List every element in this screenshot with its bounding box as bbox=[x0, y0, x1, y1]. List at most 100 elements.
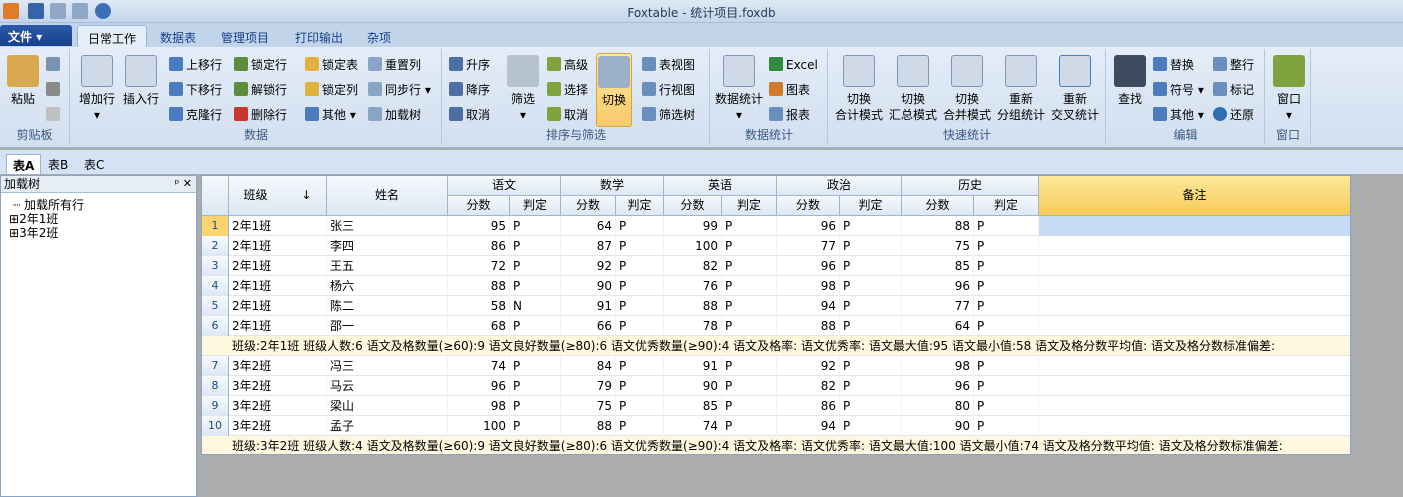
column-group-header[interactable]: 政治 bbox=[777, 176, 902, 196]
cell-class[interactable]: 2年1班 bbox=[229, 296, 327, 316]
cell-judge[interactable]: P bbox=[510, 376, 561, 396]
cell-name[interactable]: 梁山 bbox=[327, 396, 448, 416]
toggle-total-mode-button[interactable]: 切换 合计模式 bbox=[833, 55, 885, 123]
column-header[interactable]: 判定 bbox=[840, 196, 902, 216]
cell-judge[interactable]: P bbox=[510, 236, 561, 256]
tab-table-a[interactable]: 表A bbox=[6, 154, 42, 174]
unlock-row-button[interactable]: 解锁行 bbox=[234, 80, 287, 100]
mark-button[interactable]: 标记 bbox=[1213, 80, 1254, 100]
table-row[interactable]: 6 2年1班 邵一 68 P 66 P 78 P 88 P 64 P bbox=[202, 316, 1350, 336]
column-header[interactable]: 判定 bbox=[974, 196, 1039, 216]
cell-score[interactable]: 100 bbox=[664, 236, 722, 256]
cell-score[interactable]: 92 bbox=[561, 256, 616, 276]
tree-node-class[interactable]: ⊞3年2班 bbox=[9, 224, 58, 241]
recross-stats-button[interactable]: 重新 交叉统计 bbox=[1049, 55, 1101, 123]
cell-judge[interactable]: P bbox=[974, 236, 1039, 256]
sort-desc-button[interactable]: 降序 bbox=[449, 80, 490, 100]
cell-score[interactable]: 96 bbox=[902, 276, 974, 296]
column-group-header[interactable]: 语文 bbox=[448, 176, 561, 196]
load-tree-button[interactable]: 加载树 bbox=[368, 105, 421, 125]
cell-judge[interactable]: P bbox=[510, 416, 561, 436]
tab-data-table[interactable]: 数据表 bbox=[150, 25, 206, 48]
row-number[interactable]: 1 bbox=[202, 216, 229, 236]
cell-judge[interactable]: P bbox=[616, 376, 664, 396]
cell-score[interactable]: 84 bbox=[561, 356, 616, 376]
cell-judge[interactable]: P bbox=[616, 316, 664, 336]
cell-name[interactable]: 陈二 bbox=[327, 296, 448, 316]
cell-judge[interactable]: P bbox=[974, 256, 1039, 276]
cell-name[interactable]: 孟子 bbox=[327, 416, 448, 436]
cell-judge[interactable]: P bbox=[722, 396, 777, 416]
cell-score[interactable]: 99 bbox=[664, 216, 722, 236]
close-icon[interactable]: ✕ bbox=[183, 177, 192, 190]
cell-judge[interactable]: P bbox=[974, 396, 1039, 416]
chart-button[interactable]: 图表 bbox=[769, 80, 810, 100]
row-number[interactable]: 8 bbox=[202, 376, 229, 396]
data-stats-button[interactable]: 数据统计 ▾ bbox=[714, 55, 764, 123]
row-number[interactable]: 4 bbox=[202, 276, 229, 296]
cell-score[interactable]: 72 bbox=[448, 256, 510, 276]
eraser-icon[interactable] bbox=[46, 107, 60, 121]
cell-judge[interactable]: P bbox=[510, 356, 561, 376]
cell-score[interactable]: 86 bbox=[777, 396, 840, 416]
cell-judge[interactable]: P bbox=[510, 256, 561, 276]
cell-class[interactable]: 3年2班 bbox=[229, 376, 327, 396]
cell-judge[interactable]: P bbox=[722, 316, 777, 336]
cell-judge[interactable]: P bbox=[616, 396, 664, 416]
cell-judge[interactable]: P bbox=[974, 296, 1039, 316]
row-number[interactable]: 10 bbox=[202, 416, 229, 436]
cell-score[interactable]: 88 bbox=[561, 416, 616, 436]
cell-judge[interactable]: P bbox=[722, 376, 777, 396]
column-header[interactable]: 班级 ↓ bbox=[229, 176, 327, 216]
select-filter-button[interactable]: 选择 bbox=[547, 80, 588, 100]
symbol-dropdown[interactable]: 符号 ▾ bbox=[1153, 80, 1204, 100]
move-up-button[interactable]: 上移行 bbox=[169, 55, 222, 75]
expand-icon[interactable]: ⊞ bbox=[9, 226, 19, 240]
cell-note[interactable] bbox=[1039, 216, 1350, 236]
cell-class[interactable]: 3年2班 bbox=[229, 416, 327, 436]
cell-note[interactable] bbox=[1039, 356, 1350, 376]
cell-judge[interactable]: P bbox=[840, 296, 902, 316]
cell-score[interactable]: 88 bbox=[902, 216, 974, 236]
sort-asc-button[interactable]: 升序 bbox=[449, 55, 490, 75]
cell-score[interactable]: 85 bbox=[664, 396, 722, 416]
report-button[interactable]: 报表 bbox=[769, 105, 810, 125]
row-number[interactable]: 5 bbox=[202, 296, 229, 316]
tab-table-b[interactable]: 表B bbox=[42, 154, 74, 174]
cell-judge[interactable]: P bbox=[510, 276, 561, 296]
table-row[interactable]: 10 3年2班 孟子 100 P 88 P 74 P 94 P 90 P bbox=[202, 416, 1350, 436]
cell-score[interactable]: 94 bbox=[777, 296, 840, 316]
cell-score[interactable]: 82 bbox=[777, 376, 840, 396]
tab-daily-work[interactable]: 日常工作 bbox=[77, 25, 148, 48]
lock-row-button[interactable]: 锁定行 bbox=[234, 55, 287, 75]
tab-table-c[interactable]: 表C bbox=[78, 154, 110, 174]
cell-class[interactable]: 3年2班 bbox=[229, 356, 327, 376]
cell-judge[interactable]: P bbox=[510, 396, 561, 416]
cell-judge[interactable]: P bbox=[510, 316, 561, 336]
cell-class[interactable]: 2年1班 bbox=[229, 276, 327, 296]
other-dropdown[interactable]: 其他 ▾ bbox=[305, 105, 356, 125]
table-row[interactable]: 3 2年1班 王五 72 P 92 P 82 P 96 P 85 P bbox=[202, 256, 1350, 276]
insert-row-button[interactable]: 插入行 bbox=[121, 55, 161, 107]
cell-score[interactable]: 77 bbox=[777, 236, 840, 256]
cell-class[interactable]: 3年2班 bbox=[229, 396, 327, 416]
cell-score[interactable]: 64 bbox=[902, 316, 974, 336]
tab-misc[interactable]: 杂项 bbox=[357, 25, 401, 48]
lock-table-button[interactable]: 锁定表 bbox=[305, 55, 358, 75]
cell-score[interactable]: 75 bbox=[561, 396, 616, 416]
cell-score[interactable]: 58 bbox=[448, 296, 510, 316]
toggle-summary-mode-button[interactable]: 切换 汇总模式 bbox=[887, 55, 939, 123]
cell-judge[interactable]: P bbox=[722, 276, 777, 296]
cell-name[interactable]: 邵一 bbox=[327, 316, 448, 336]
cell-judge[interactable]: N bbox=[510, 296, 561, 316]
cell-note[interactable] bbox=[1039, 276, 1350, 296]
replace-button[interactable]: 替换 bbox=[1153, 55, 1194, 75]
cell-note[interactable] bbox=[1039, 416, 1350, 436]
cell-judge[interactable]: P bbox=[616, 236, 664, 256]
table-row[interactable]: 8 3年2班 马云 96 P 79 P 90 P 82 P 96 P bbox=[202, 376, 1350, 396]
cell-class[interactable]: 2年1班 bbox=[229, 236, 327, 256]
cell-judge[interactable]: P bbox=[840, 416, 902, 436]
column-header[interactable]: 分数 bbox=[777, 196, 840, 216]
cell-score[interactable]: 88 bbox=[777, 316, 840, 336]
cell-judge[interactable]: P bbox=[722, 296, 777, 316]
